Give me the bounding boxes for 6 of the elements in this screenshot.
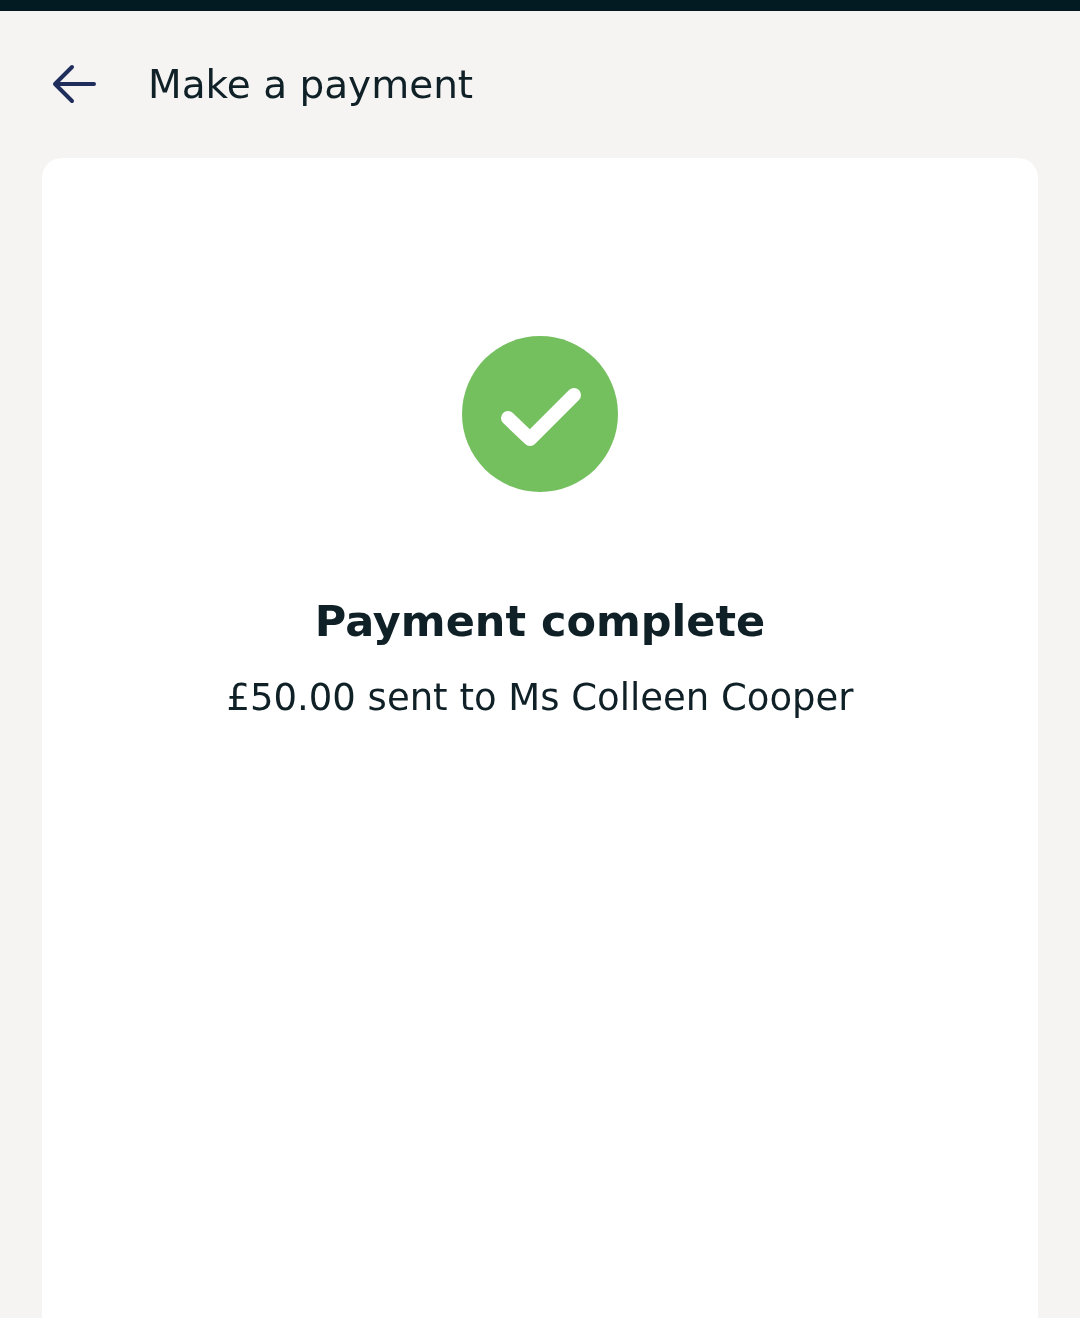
back-arrow-icon	[52, 63, 96, 104]
success-check-icon	[462, 336, 618, 492]
page-title: Make a payment	[148, 62, 474, 107]
confirmation-message: £50.00 sent to Ms Colleen Cooper	[226, 676, 854, 719]
confirmation-title: Payment complete	[314, 596, 766, 646]
back-button[interactable]	[52, 63, 96, 104]
